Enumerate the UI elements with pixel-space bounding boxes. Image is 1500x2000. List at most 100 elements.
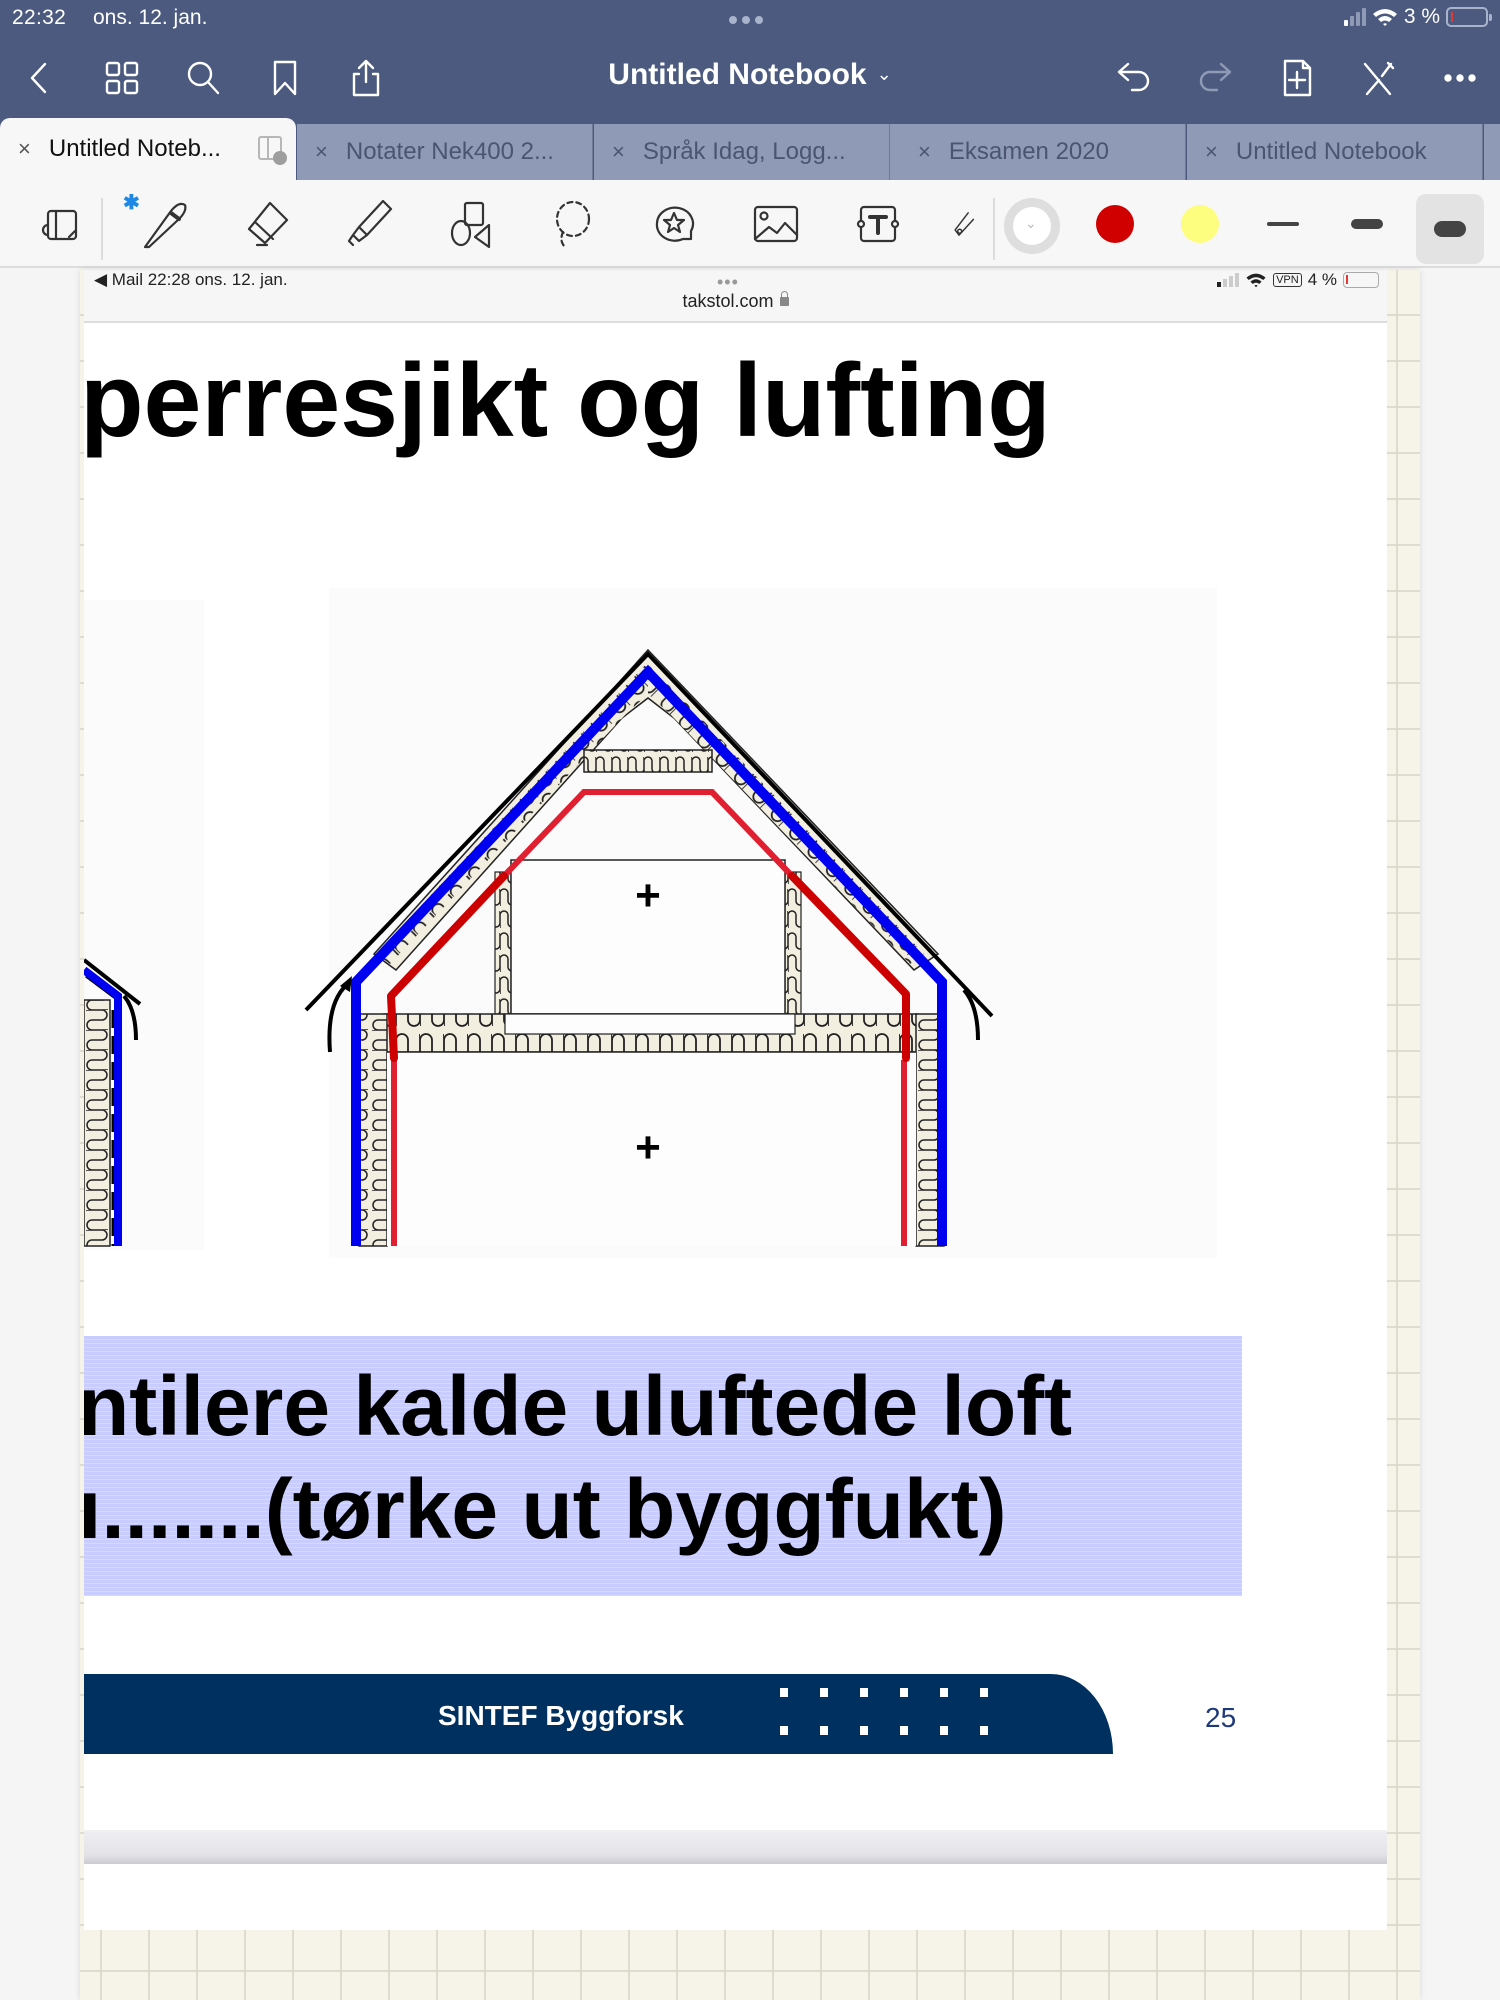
signal-icon — [1343, 8, 1366, 26]
more-icon — [1444, 74, 1476, 82]
color-swatch-yellow[interactable] — [1181, 205, 1219, 243]
callout-line-2: ı.......(tørke ut byggfukt) — [84, 1462, 1007, 1556]
shapes-tool-button[interactable] — [436, 192, 504, 256]
close-tab-icon[interactable]: × — [612, 139, 625, 165]
lasso-icon — [555, 200, 591, 249]
status-time: 22:32 — [12, 6, 67, 29]
knee-wall-right — [784, 871, 802, 1015]
tab-label: Untitled Notebook — [1235, 138, 1427, 165]
search-button[interactable] — [175, 50, 231, 106]
main-house: + + — [304, 648, 994, 1247]
undo-button[interactable] — [1106, 50, 1162, 106]
wall-insulation-left — [358, 1013, 388, 1247]
search-icon — [187, 61, 220, 95]
share-button[interactable] — [338, 50, 394, 106]
battery-percent: 3 % — [1403, 5, 1440, 28]
undo-icon — [1117, 62, 1150, 92]
app-header: 22:32 ons. 12. jan. 3 % Untitled Noteboo… — [0, 0, 1500, 180]
footer-dots-top — [780, 1688, 988, 1697]
laser-pointer-icon — [954, 212, 975, 236]
close-tab-icon[interactable]: × — [18, 136, 31, 162]
left-wall-insulation — [84, 999, 111, 1247]
tab-eksamen-2020[interactable]: × Eksamen 2020 — [890, 124, 1186, 180]
pen-tool-button[interactable] — [130, 192, 198, 256]
image-icon — [753, 205, 799, 243]
redo-button[interactable] — [1187, 50, 1243, 106]
add-page-button[interactable] — [1269, 50, 1325, 106]
notebook-title-button[interactable]: Untitled Notebook ⌄ — [608, 58, 891, 91]
read-mode-icon — [41, 209, 78, 241]
thumbnails-button[interactable] — [94, 50, 150, 106]
split-view-icon[interactable] — [258, 136, 287, 165]
status-bar: 22:32 ons. 12. jan. 3 % — [0, 0, 1500, 38]
stroke-width-medium[interactable] — [1351, 219, 1383, 229]
chevron-down-icon: ⌄ — [1025, 215, 1037, 231]
close-tab-icon[interactable]: × — [315, 139, 328, 165]
tab-untitled-notebook-2[interactable]: × Untitled Notebook — [1187, 124, 1483, 180]
slide-footer-band: SINTEF Byggforsk — [84, 1674, 1113, 1754]
roof-section-diagram: + + — [84, 648, 994, 1247]
bookmark-icon — [273, 60, 297, 96]
chevron-down-icon: ⌄ — [876, 64, 892, 84]
battery-icon — [1446, 7, 1492, 27]
tab-overflow[interactable] — [1484, 124, 1500, 180]
pen-off-button[interactable] — [1350, 50, 1406, 106]
stroke-width-thick — [1434, 221, 1466, 237]
lasso-tool-button[interactable] — [538, 192, 606, 256]
status-date: ons. 12. jan. — [93, 6, 208, 29]
tab-label: Untitled Noteb... — [48, 135, 221, 162]
text-tool-button[interactable] — [844, 192, 912, 256]
eraser-tool-button[interactable] — [232, 192, 300, 256]
callout-box: ntilere kalde uluftede loft ı.......(tør… — [84, 1336, 1242, 1596]
stroke-width-thick-selected[interactable] — [1416, 194, 1484, 264]
stickers-tool-button[interactable] — [640, 192, 708, 256]
navigation-bar: Untitled Notebook ⌄ — [0, 40, 1500, 115]
screenshot-bottom-bar — [84, 1830, 1387, 1864]
pen-icon — [143, 202, 187, 249]
tab-notater-nek400[interactable]: × Notater Nek400 2... — [297, 124, 593, 180]
tab-label: Notater Nek400 2... — [345, 138, 554, 165]
knee-wall-left — [494, 871, 512, 1015]
eraser-icon — [247, 201, 289, 247]
share-icon — [352, 59, 380, 97]
footer-dots-bottom — [780, 1726, 988, 1735]
tab-label: Språk Idag, Logg... — [642, 138, 846, 165]
stroke-width-thin[interactable] — [1267, 222, 1299, 226]
attic-room-marker: + — [635, 871, 661, 920]
callout-line-1: ntilere kalde uluftede loft — [84, 1359, 1073, 1453]
laser-pointer-tool-button[interactable] — [942, 192, 980, 256]
tab-untitled-notebook-active[interactable]: × Untitled Noteb... — [0, 118, 296, 180]
close-tab-icon[interactable]: × — [1205, 139, 1218, 165]
tab-label: Eksamen 2020 — [948, 138, 1109, 165]
more-button[interactable] — [1432, 50, 1488, 106]
back-icon — [30, 62, 47, 94]
read-mode-button[interactable] — [26, 192, 94, 256]
bookmark-button[interactable] — [257, 50, 313, 106]
color-swatch-red[interactable] — [1096, 205, 1134, 243]
text-box-icon — [856, 205, 900, 243]
color-swatch-current[interactable]: ⌄ — [1004, 198, 1060, 254]
highlighter-tool-button[interactable] — [334, 192, 402, 256]
redo-icon — [1199, 62, 1232, 92]
collar-insulation — [583, 749, 713, 773]
status-indicators: 3 % — [1343, 5, 1492, 29]
attic-floor-gap — [504, 1013, 796, 1035]
back-button[interactable] — [12, 50, 68, 106]
close-tab-icon[interactable]: × — [918, 139, 931, 165]
toolbar-divider — [101, 198, 103, 260]
drawing-toolbar: ✱ ⌄ — [0, 180, 1500, 268]
wifi-icon — [1372, 9, 1397, 26]
slide-page-number: 25 — [1205, 1702, 1237, 1733]
image-tool-button[interactable] — [742, 192, 810, 256]
tab-sprak-idag[interactable]: × Språk Idag, Logg... — [594, 124, 890, 180]
shapes-icon — [450, 201, 491, 249]
airflow-arrow-left — [327, 980, 352, 1053]
pen-off-icon — [1363, 61, 1395, 96]
footer-brand: SINTEF Byggforsk — [438, 1700, 684, 1731]
notebook-title-text: Untitled Notebook — [608, 58, 867, 91]
main-room-marker: + — [635, 1123, 661, 1172]
multitasking-handle[interactable] — [729, 16, 763, 24]
pasted-screenshot[interactable]: ◀ Mail 22:28 ons. 12. jan. ••• takstol.c… — [84, 270, 1387, 1930]
left-partial-house — [84, 958, 142, 1247]
left-airflow-arrow — [122, 994, 138, 1041]
